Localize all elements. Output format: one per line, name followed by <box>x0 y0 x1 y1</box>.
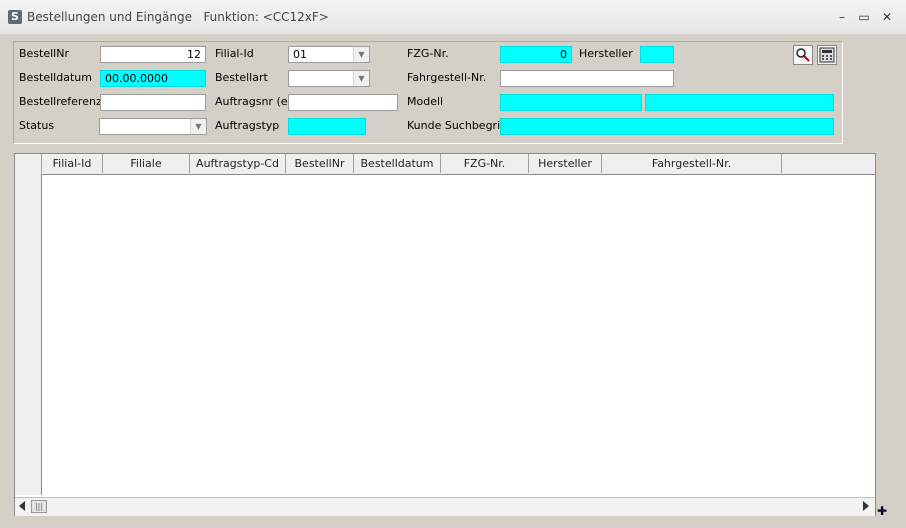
bestellart-label: Bestellart <box>215 71 268 84</box>
app-icon: S <box>8 10 22 24</box>
search-button[interactable] <box>793 45 813 65</box>
column-header[interactable]: Fahrgestell-Nr. <box>602 154 782 173</box>
auftragsnr-ext-field[interactable] <box>288 94 398 111</box>
bestelldatum-field[interactable]: 00.00.0000 <box>100 70 206 87</box>
bestellreferenz-label: Bestellreferenz <box>19 95 102 108</box>
minimize-button[interactable]: – <box>834 9 850 25</box>
column-header[interactable]: Filiale <box>103 154 190 173</box>
filial-id-select[interactable]: 01 ▼ <box>288 46 370 63</box>
chevron-down-icon[interactable]: ▼ <box>353 71 369 86</box>
hersteller-label: Hersteller <box>579 47 633 60</box>
row-indicator-column <box>15 174 42 495</box>
vertical-strip <box>876 153 888 516</box>
scroll-thumb[interactable]: ||| <box>31 500 47 513</box>
window-bottom-edge <box>0 516 906 528</box>
filial-id-label: Filial-Id <box>215 47 254 60</box>
calculator-button[interactable] <box>817 45 837 65</box>
modell-field[interactable] <box>500 94 642 111</box>
column-header[interactable]: Hersteller <box>529 154 602 173</box>
row-indicator-header <box>15 154 42 173</box>
chevron-down-icon[interactable]: ▼ <box>190 119 206 134</box>
auftragstyp-label: Auftragstyp <box>215 119 280 132</box>
bestellart-select[interactable]: ▼ <box>288 70 370 87</box>
chevron-down-icon[interactable]: ▼ <box>353 47 369 62</box>
calculator-icon <box>819 47 835 63</box>
auftragstyp-field[interactable] <box>288 118 366 135</box>
results-grid[interactable]: Filial-Id Filiale Auftragstyp-Cd Bestell… <box>14 153 876 516</box>
fzg-nr-label: FZG-Nr. <box>407 47 449 60</box>
fahrgestell-nr-label: Fahrgestell-Nr. <box>407 71 487 84</box>
title-bar: S Bestellungen und Eingänge Funktion: <C… <box>0 0 906 35</box>
column-header[interactable]: Auftragstyp-Cd <box>190 154 286 173</box>
bestelldatum-label: Bestelldatum <box>19 71 92 84</box>
status-select[interactable]: ▼ <box>99 118 207 135</box>
column-header[interactable]: FZG-Nr. <box>441 154 529 173</box>
column-header[interactable]: Bestelldatum <box>354 154 441 173</box>
column-header[interactable]: BestellNr <box>286 154 354 173</box>
grid-header: Filial-Id Filiale Auftragstyp-Cd Bestell… <box>15 154 875 175</box>
maximize-button[interactable]: ▭ <box>856 9 872 25</box>
horizontal-scrollbar[interactable]: ||| <box>15 497 875 516</box>
status-label: Status <box>19 119 55 132</box>
column-header[interactable]: Filial-Id <box>42 154 103 173</box>
bestellnr-label: BestellNr <box>19 47 69 60</box>
scroll-left-icon[interactable] <box>19 501 25 511</box>
bestellnr-field[interactable]: 12 <box>100 46 206 63</box>
filial-id-value: 01 <box>293 48 307 61</box>
add-icon[interactable]: ✚ <box>877 505 887 517</box>
bestellreferenz-field[interactable] <box>100 94 206 111</box>
modell-description-field[interactable] <box>645 94 834 111</box>
search-icon <box>796 48 810 62</box>
hersteller-field[interactable] <box>640 46 674 63</box>
fahrgestell-nr-field[interactable] <box>500 70 674 87</box>
window-title: Bestellungen und Eingänge Funktion: <CC1… <box>27 10 329 24</box>
modell-label: Modell <box>407 95 444 108</box>
scroll-right-icon[interactable] <box>863 501 869 511</box>
close-button[interactable]: ✕ <box>879 9 895 25</box>
kunde-suchbegriff-label: Kunde Suchbegriff <box>407 119 508 132</box>
fzg-nr-field[interactable]: 0 <box>500 46 572 63</box>
kunde-suchbegriff-field[interactable] <box>500 118 834 135</box>
